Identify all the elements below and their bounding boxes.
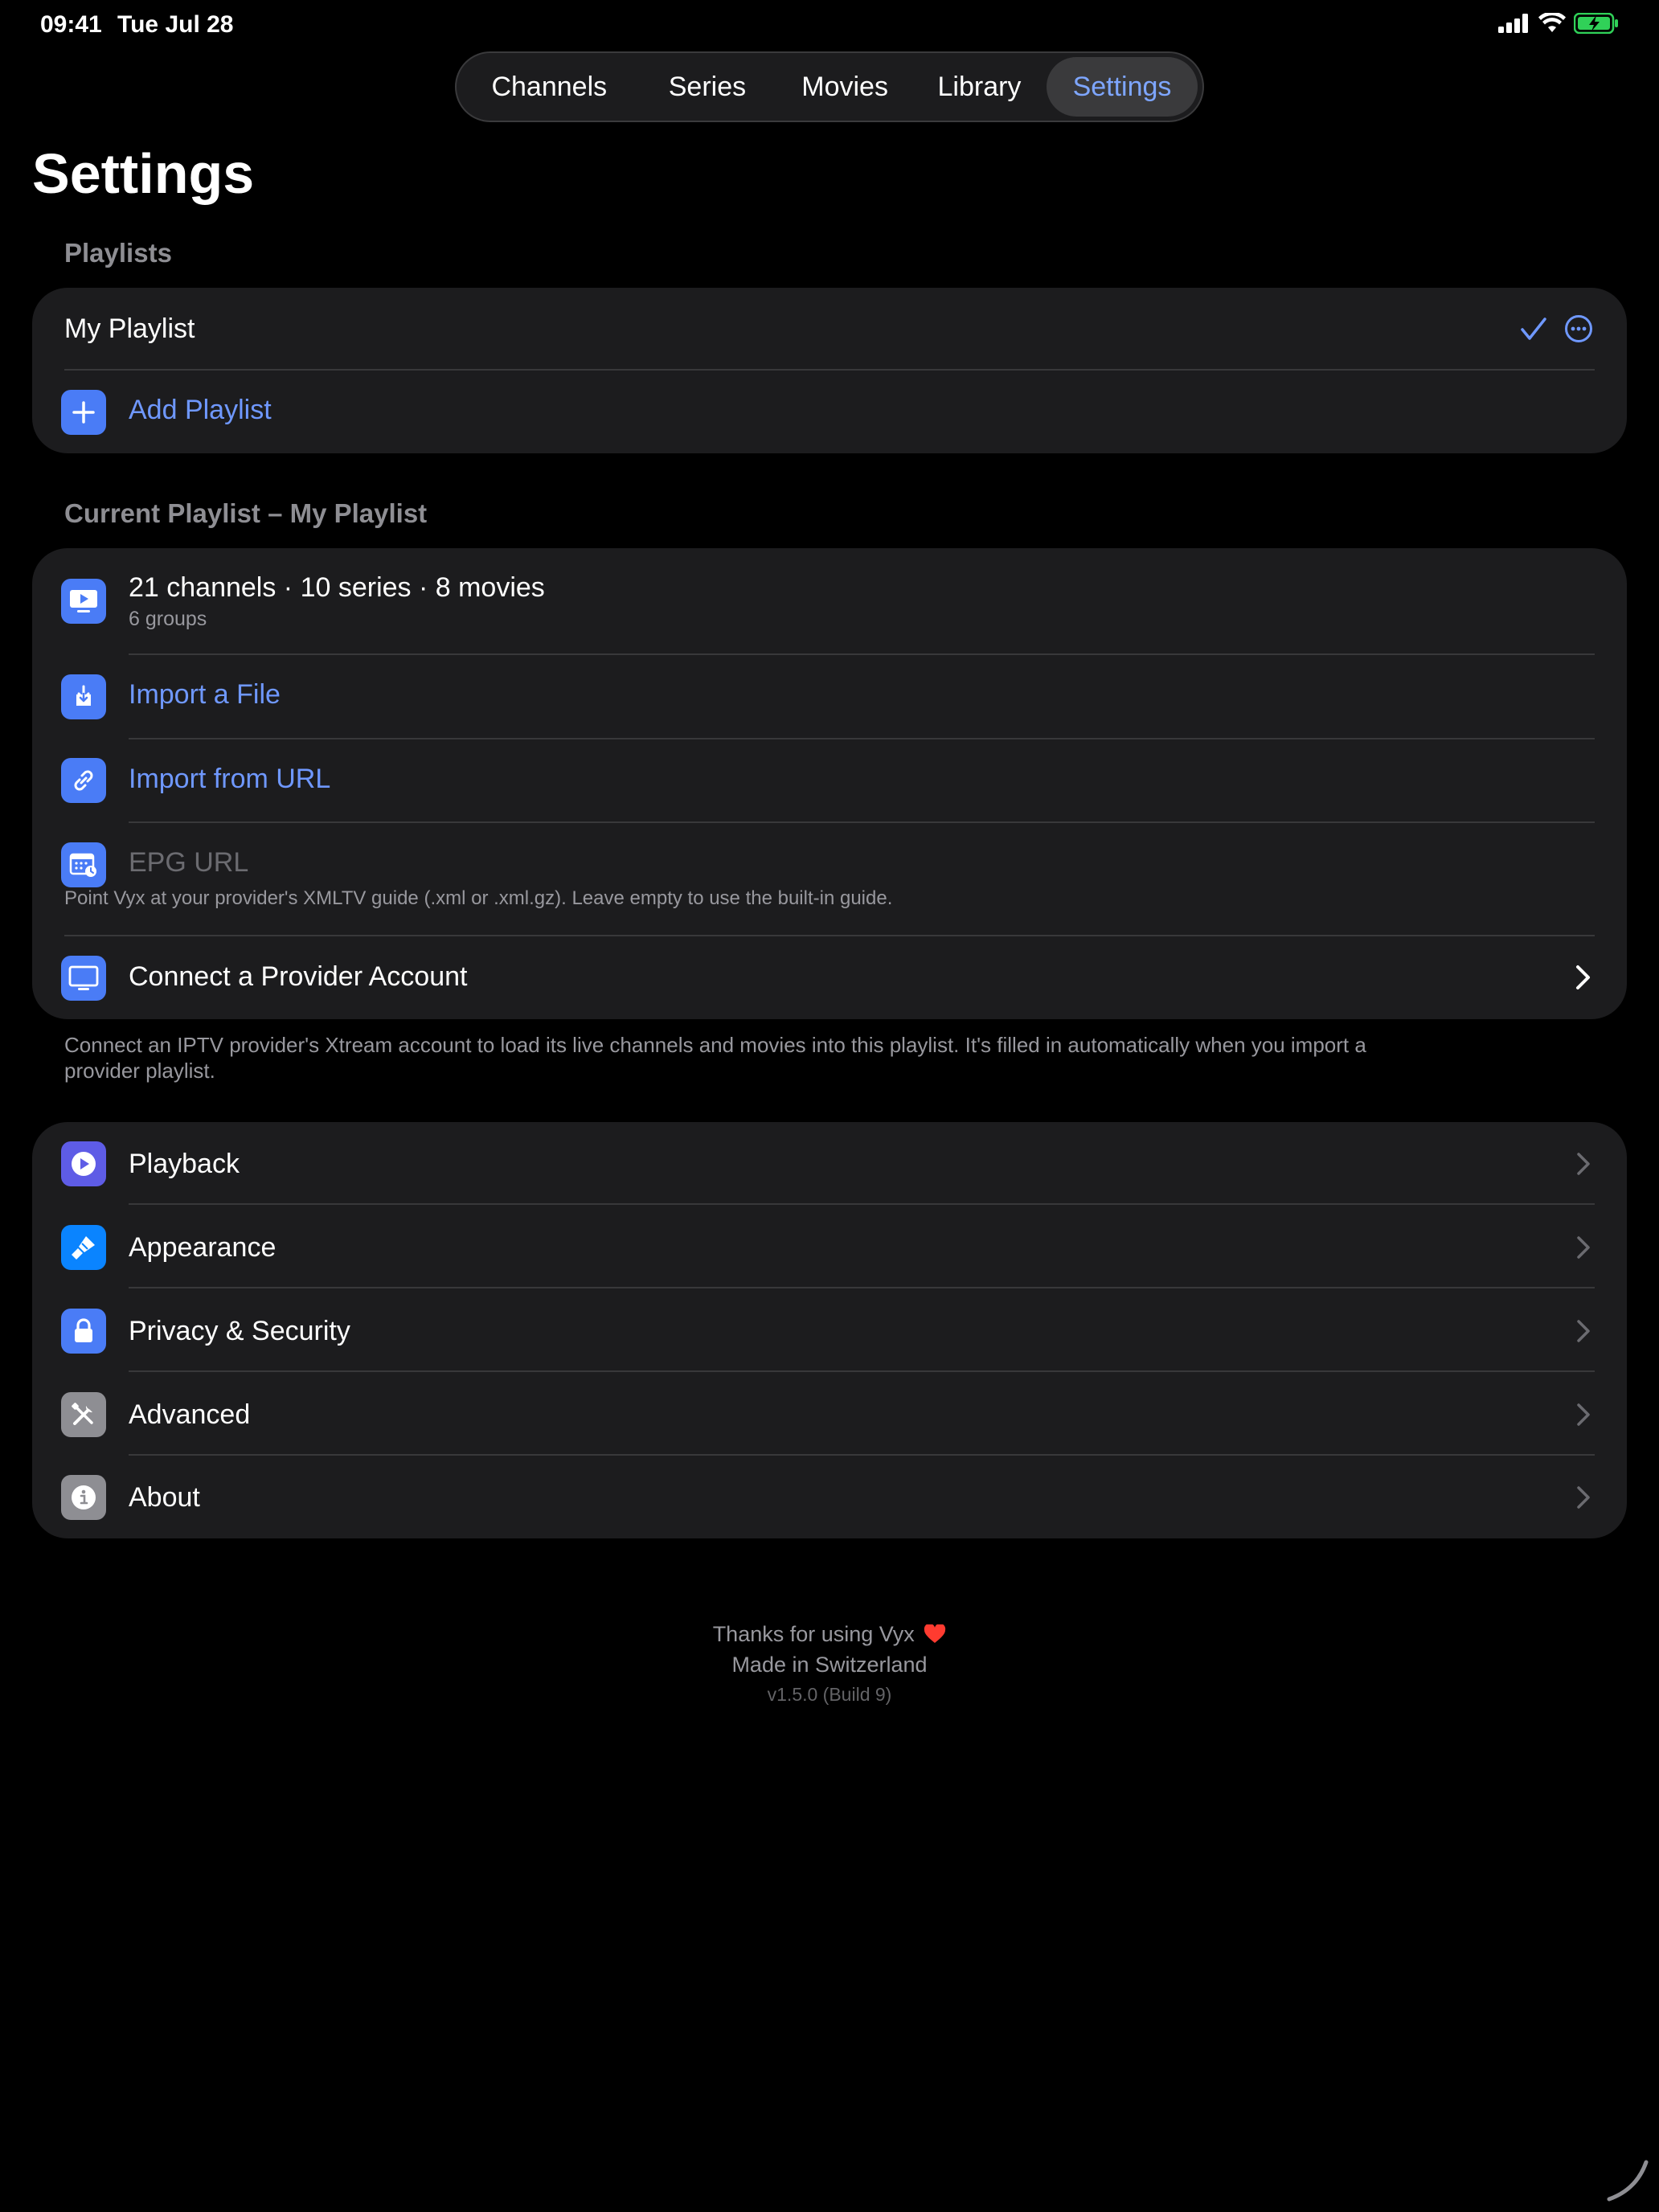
settings-item-about[interactable]: About [32,1456,1627,1538]
epg-url-hint: Point Vyx at your provider's XMLTV guide… [64,887,893,909]
add-playlist-label: Add Playlist [129,395,272,425]
calendar-clock-icon [61,842,106,887]
wifi-icon [1538,13,1566,32]
status-bar: 09:41 Tue Jul 28 [0,0,1659,51]
settings-item-label: Advanced [129,1399,251,1430]
play-icon [61,1141,106,1186]
tab-movies[interactable]: Movies [777,57,912,117]
settings-item-privacy-security[interactable]: Privacy & Security [32,1289,1627,1373]
import-file-icon [61,674,106,719]
current-playlist-header: Current Playlist – My Playlist [64,498,428,528]
checkmark-icon [1521,317,1546,340]
info-icon [61,1475,106,1520]
epg-url-row[interactable]: EPG URL Point Vyx at your provider's XML… [32,823,1627,936]
settings-item-label: Privacy & Security [129,1316,350,1346]
chevron-right-icon [1577,1320,1590,1342]
status-date: Tue Jul 28 [117,11,234,38]
playlist-name: My Playlist [64,313,195,344]
playlist-row-my-playlist[interactable]: My Playlist [32,288,1627,370]
connect-provider-row[interactable]: Connect a Provider Account [32,936,1627,1019]
footer: Thanks for using Vyx Made in Switzerland… [0,1619,1659,1709]
footer-made-in: Made in Switzerland [731,1653,928,1677]
playlist-groups: 6 groups [129,608,207,630]
footer-thanks: Thanks for using Vyx [0,1619,1659,1649]
import-url-label: Import from URL [129,764,331,794]
import-url-row[interactable]: Import from URL [32,739,1627,821]
tab-channels[interactable]: Channels [461,57,637,117]
lock-icon [61,1309,106,1354]
home-indicator-corner [1607,2160,1649,2202]
epg-url-input[interactable]: EPG URL [129,847,248,879]
separator [129,1287,1595,1288]
separator [129,1203,1595,1205]
link-icon [61,758,106,803]
provider-footnote-line-1: Connect an IPTV provider's Xtream accoun… [64,1033,1366,1057]
tab-series[interactable]: Series [637,57,778,117]
chevron-right-icon [1577,1153,1590,1175]
provider-footnote-line-2: provider playlist. [64,1059,215,1083]
paintbrush-icon [61,1225,106,1270]
plus-icon [61,390,106,435]
monitor-icon [61,956,106,1001]
chevron-right-icon [1577,1236,1590,1259]
playlists-card: My Playlist Add Playlist [32,288,1627,453]
status-time: 09:41 [40,11,102,38]
settings-item-label: Playback [129,1149,240,1179]
settings-item-appearance[interactable]: Appearance [32,1206,1627,1289]
chevron-right-icon [1577,1486,1590,1509]
status-icons [1498,13,1619,34]
settings-item-advanced[interactable]: Advanced [32,1373,1627,1456]
settings-item-label: Appearance [129,1232,276,1263]
import-file-label: Import a File [129,679,281,710]
top-tab-bar: Channels Series Movies Library Settings [455,51,1204,122]
page-title: Settings [32,142,255,205]
playlists-section-header: Playlists [64,238,172,268]
playlist-summary-row: 21 channels · 10 series · 8 movies 6 gro… [32,548,1627,653]
footer-thanks-text: Thanks for using Vyx [712,1622,915,1646]
battery-charging-icon [1574,13,1618,34]
playlist-summary: 21 channels · 10 series · 8 movies [129,572,545,603]
chevron-right-icon [1577,1403,1590,1426]
tab-library[interactable]: Library [912,57,1047,117]
separator [129,1370,1595,1372]
provider-footnote: Connect an IPTV provider's Xtream accoun… [64,1032,1366,1083]
more-options-icon[interactable] [1564,314,1593,343]
settings-item-playback[interactable]: Playback [32,1122,1627,1206]
heart-icon [924,1623,946,1643]
cellular-signal-icon [1498,14,1528,33]
settings-menu-card: Playback Appearance Privacy & Security A… [32,1122,1627,1538]
tab-settings[interactable]: Settings [1046,57,1198,117]
current-playlist-card: 21 channels · 10 series · 8 movies 6 gro… [32,548,1627,1019]
separator [129,1454,1595,1456]
tools-icon [61,1392,106,1437]
settings-item-label: About [129,1482,200,1513]
import-file-row[interactable]: Import a File [32,655,1627,738]
add-playlist-row[interactable]: Add Playlist [32,371,1627,453]
connect-provider-label: Connect a Provider Account [129,961,468,992]
footer-version: v1.5.0 (Build 9) [767,1684,892,1705]
tv-play-icon [61,579,106,624]
chevron-right-icon [1576,965,1590,989]
